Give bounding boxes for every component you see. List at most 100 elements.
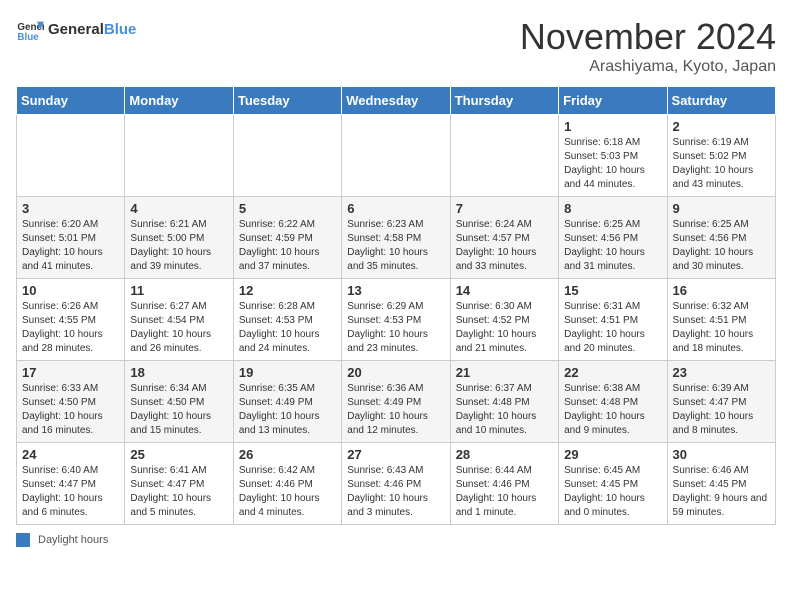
day-number: 28 bbox=[456, 447, 553, 462]
calendar-day-cell: 2 Sunrise: 6:19 AMSunset: 5:02 PMDaylight… bbox=[667, 115, 775, 197]
logo: General Blue General Blue bbox=[16, 16, 136, 44]
page-header: General Blue General Blue November 2024 A… bbox=[16, 16, 776, 76]
day-number: 27 bbox=[347, 447, 444, 462]
calendar-week-row: 1 Sunrise: 6:18 AMSunset: 5:03 PMDaylight… bbox=[17, 115, 776, 197]
calendar-day-cell: 13 Sunrise: 6:29 AMSunset: 4:53 PMDayligh… bbox=[342, 279, 450, 361]
calendar-day-cell bbox=[17, 115, 125, 197]
day-info: Sunrise: 6:26 AMSunset: 4:55 PMDaylight:… bbox=[22, 300, 119, 356]
day-number: 13 bbox=[347, 283, 444, 298]
day-info: Sunrise: 6:36 AMSunset: 4:49 PMDaylight:… bbox=[347, 382, 444, 438]
legend: Daylight hours bbox=[16, 533, 776, 547]
calendar-day-cell: 9 Sunrise: 6:25 AMSunset: 4:56 PMDaylight… bbox=[667, 197, 775, 279]
day-number: 18 bbox=[130, 365, 227, 380]
calendar-table: SundayMondayTuesdayWednesdayThursdayFrid… bbox=[16, 86, 776, 525]
calendar-day-cell: 28 Sunrise: 6:44 AMSunset: 4:46 PMDayligh… bbox=[450, 443, 558, 525]
day-number: 30 bbox=[673, 447, 770, 462]
calendar-day-header: Monday bbox=[125, 87, 233, 115]
day-number: 29 bbox=[564, 447, 661, 462]
day-number: 2 bbox=[673, 119, 770, 134]
calendar-day-cell: 6Sunrise: 6:23 AMSunset: 4:58 PMDaylight… bbox=[342, 197, 450, 279]
calendar-day-cell: 30 Sunrise: 6:46 AMSunset: 4:45 PMDayligh… bbox=[667, 443, 775, 525]
logo-icon: General Blue bbox=[16, 16, 44, 44]
month-title: November 2024 bbox=[520, 16, 776, 58]
day-info: Sunrise: 6:34 AMSunset: 4:50 PMDaylight:… bbox=[130, 382, 227, 438]
calendar-day-cell bbox=[125, 115, 233, 197]
calendar-week-row: 10 Sunrise: 6:26 AMSunset: 4:55 PMDayligh… bbox=[17, 279, 776, 361]
day-info: Sunrise: 6:45 AMSunset: 4:45 PMDaylight:… bbox=[564, 464, 661, 520]
day-info: Sunrise: 6:46 AMSunset: 4:45 PMDaylight:… bbox=[673, 464, 770, 520]
day-info: Sunrise: 6:28 AMSunset: 4:53 PMDaylight:… bbox=[239, 300, 336, 356]
calendar-day-cell: 12 Sunrise: 6:28 AMSunset: 4:53 PMDayligh… bbox=[233, 279, 341, 361]
day-info: Sunrise: 6:39 AMSunset: 4:47 PMDaylight:… bbox=[673, 382, 770, 438]
day-number: 3 bbox=[22, 201, 119, 216]
calendar-day-cell bbox=[233, 115, 341, 197]
day-info: Sunrise: 6:20 AMSunset: 5:01 PMDaylight:… bbox=[22, 218, 119, 274]
calendar-week-row: 3 Sunrise: 6:20 AMSunset: 5:01 PMDaylight… bbox=[17, 197, 776, 279]
day-info: Sunrise: 6:21 AMSunset: 5:00 PMDaylight:… bbox=[130, 218, 227, 274]
calendar-header-row: SundayMondayTuesdayWednesdayThursdayFrid… bbox=[17, 87, 776, 115]
day-number: 7 bbox=[456, 201, 553, 216]
calendar-day-cell: 24Sunrise: 6:40 AMSunset: 4:47 PMDayligh… bbox=[17, 443, 125, 525]
day-number: 17 bbox=[22, 365, 119, 380]
calendar-day-cell: 8Sunrise: 6:25 AMSunset: 4:56 PMDaylight… bbox=[559, 197, 667, 279]
day-info: Sunrise: 6:22 AMSunset: 4:59 PMDaylight:… bbox=[239, 218, 336, 274]
calendar-day-header: Tuesday bbox=[233, 87, 341, 115]
day-info: Sunrise: 6:38 AMSunset: 4:48 PMDaylight:… bbox=[564, 382, 661, 438]
day-number: 21 bbox=[456, 365, 553, 380]
day-info: Sunrise: 6:31 AMSunset: 4:51 PMDaylight:… bbox=[564, 300, 661, 356]
day-info: Sunrise: 6:18 AMSunset: 5:03 PMDaylight:… bbox=[564, 136, 661, 192]
calendar-day-cell: 15 Sunrise: 6:31 AMSunset: 4:51 PMDayligh… bbox=[559, 279, 667, 361]
day-number: 6 bbox=[347, 201, 444, 216]
day-info: Sunrise: 6:40 AMSunset: 4:47 PMDaylight:… bbox=[22, 464, 119, 520]
day-number: 1 bbox=[564, 119, 661, 134]
calendar-day-cell: 20Sunrise: 6:36 AMSunset: 4:49 PMDayligh… bbox=[342, 361, 450, 443]
day-number: 16 bbox=[673, 283, 770, 298]
svg-text:Blue: Blue bbox=[17, 32, 39, 43]
day-number: 19 bbox=[239, 365, 336, 380]
calendar-day-cell: 18 Sunrise: 6:34 AMSunset: 4:50 PMDayligh… bbox=[125, 361, 233, 443]
day-info: Sunrise: 6:29 AMSunset: 4:53 PMDaylight:… bbox=[347, 300, 444, 356]
calendar-day-cell bbox=[342, 115, 450, 197]
calendar-day-header: Friday bbox=[559, 87, 667, 115]
day-info: Sunrise: 6:25 AMSunset: 4:56 PMDaylight:… bbox=[564, 218, 661, 274]
day-info: Sunrise: 6:33 AMSunset: 4:50 PMDaylight:… bbox=[22, 382, 119, 438]
calendar-day-cell: 5 Sunrise: 6:22 AMSunset: 4:59 PMDaylight… bbox=[233, 197, 341, 279]
day-info: Sunrise: 6:24 AMSunset: 4:57 PMDaylight:… bbox=[456, 218, 553, 274]
calendar-day-cell: 14Sunrise: 6:30 AMSunset: 4:52 PMDayligh… bbox=[450, 279, 558, 361]
calendar-day-cell: 29 Sunrise: 6:45 AMSunset: 4:45 PMDayligh… bbox=[559, 443, 667, 525]
day-number: 26 bbox=[239, 447, 336, 462]
legend-label: Daylight hours bbox=[38, 534, 108, 546]
day-info: Sunrise: 6:44 AMSunset: 4:46 PMDaylight:… bbox=[456, 464, 553, 520]
calendar-day-cell: 27 Sunrise: 6:43 AMSunset: 4:46 PMDayligh… bbox=[342, 443, 450, 525]
calendar-day-cell: 16 Sunrise: 6:32 AMSunset: 4:51 PMDayligh… bbox=[667, 279, 775, 361]
day-number: 10 bbox=[22, 283, 119, 298]
calendar-day-cell: 23Sunrise: 6:39 AMSunset: 4:47 PMDayligh… bbox=[667, 361, 775, 443]
calendar-day-cell: 25Sunrise: 6:41 AMSunset: 4:47 PMDayligh… bbox=[125, 443, 233, 525]
day-number: 25 bbox=[130, 447, 227, 462]
calendar-day-cell: 22 Sunrise: 6:38 AMSunset: 4:48 PMDayligh… bbox=[559, 361, 667, 443]
day-info: Sunrise: 6:35 AMSunset: 4:49 PMDaylight:… bbox=[239, 382, 336, 438]
day-info: Sunrise: 6:25 AMSunset: 4:56 PMDaylight:… bbox=[673, 218, 770, 274]
day-info: Sunrise: 6:43 AMSunset: 4:46 PMDaylight:… bbox=[347, 464, 444, 520]
calendar-day-cell: 3 Sunrise: 6:20 AMSunset: 5:01 PMDaylight… bbox=[17, 197, 125, 279]
calendar-day-cell: 7 Sunrise: 6:24 AMSunset: 4:57 PMDaylight… bbox=[450, 197, 558, 279]
logo-general: General bbox=[48, 21, 104, 38]
calendar-day-cell: 4 Sunrise: 6:21 AMSunset: 5:00 PMDaylight… bbox=[125, 197, 233, 279]
day-info: Sunrise: 6:19 AMSunset: 5:02 PMDaylight:… bbox=[673, 136, 770, 192]
calendar-day-cell: 11Sunrise: 6:27 AMSunset: 4:54 PMDayligh… bbox=[125, 279, 233, 361]
day-info: Sunrise: 6:32 AMSunset: 4:51 PMDaylight:… bbox=[673, 300, 770, 356]
calendar-day-cell: 1 Sunrise: 6:18 AMSunset: 5:03 PMDaylight… bbox=[559, 115, 667, 197]
day-number: 4 bbox=[130, 201, 227, 216]
calendar-day-cell: 17 Sunrise: 6:33 AMSunset: 4:50 PMDayligh… bbox=[17, 361, 125, 443]
calendar-day-cell: 19 Sunrise: 6:35 AMSunset: 4:49 PMDayligh… bbox=[233, 361, 341, 443]
title-area: November 2024 Arashiyama, Kyoto, Japan bbox=[520, 16, 776, 76]
day-number: 9 bbox=[673, 201, 770, 216]
day-number: 15 bbox=[564, 283, 661, 298]
calendar-day-header: Sunday bbox=[17, 87, 125, 115]
day-number: 5 bbox=[239, 201, 336, 216]
day-number: 14 bbox=[456, 283, 553, 298]
day-number: 12 bbox=[239, 283, 336, 298]
day-info: Sunrise: 6:27 AMSunset: 4:54 PMDaylight:… bbox=[130, 300, 227, 356]
day-number: 22 bbox=[564, 365, 661, 380]
calendar-day-header: Thursday bbox=[450, 87, 558, 115]
